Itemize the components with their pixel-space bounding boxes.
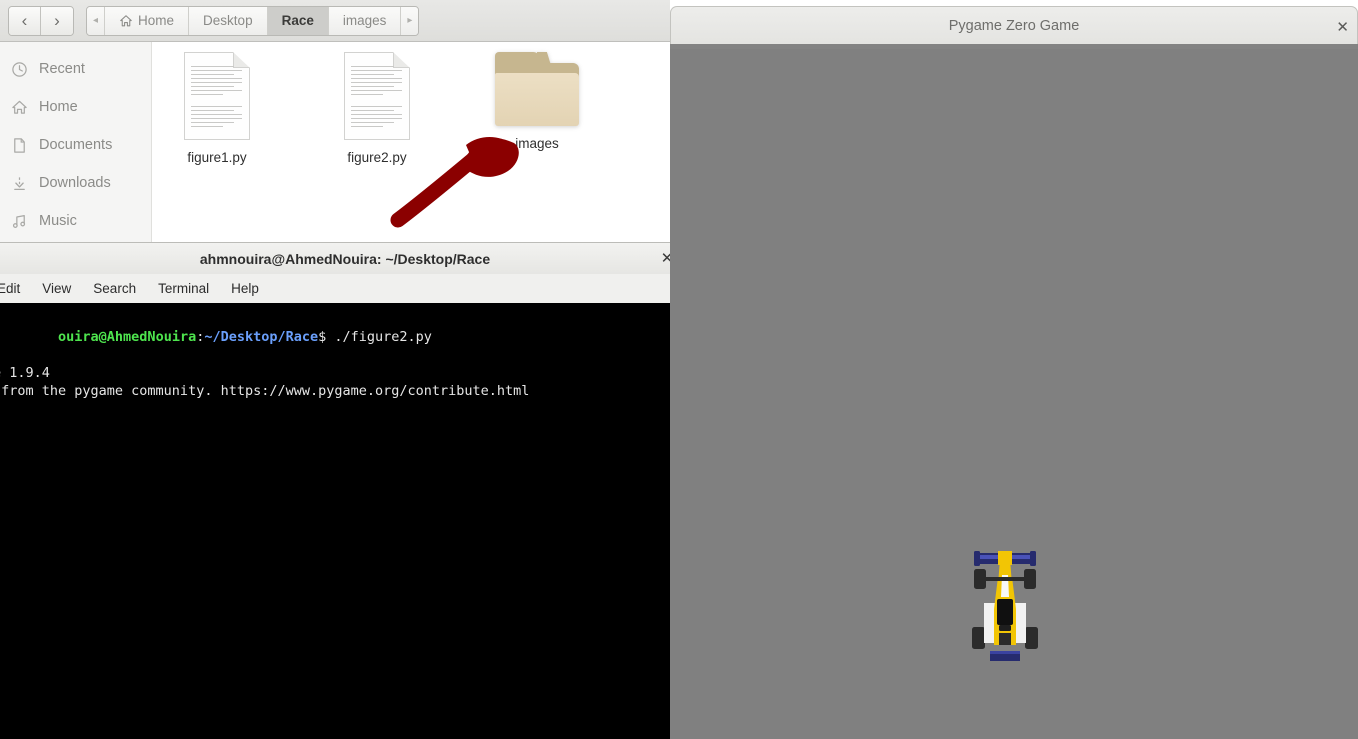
- file-item-figure2[interactable]: figure2.py: [336, 52, 418, 165]
- file-label: figure1.py: [187, 150, 247, 165]
- breadcrumb-label-home: Home: [138, 13, 175, 28]
- file-manager-toolbar: ‹ › ◂ Home Desktop Race images ▸: [0, 0, 670, 42]
- breadcrumb: ◂ Home Desktop Race images ▸: [86, 5, 420, 36]
- file-label: figure2.py: [347, 150, 407, 165]
- clock-icon: [10, 60, 28, 78]
- terminal-window: ahmnouira@AhmedNouira: ~/Desktop/Race ✕ …: [0, 242, 690, 739]
- terminal-line: ouira@AhmedNouira:~/Desktop/Race$ ./figu…: [0, 310, 690, 364]
- navigation-buttons: ‹ ›: [8, 5, 74, 36]
- music-note-icon: [10, 212, 28, 230]
- breadcrumb-scroll-left[interactable]: ◂: [87, 6, 106, 35]
- race-car-sprite: [972, 551, 1038, 661]
- back-button[interactable]: ‹: [9, 6, 41, 35]
- close-icon[interactable]: ✕: [1336, 18, 1349, 36]
- terminal-titlebar: ahmnouira@AhmedNouira: ~/Desktop/Race ✕: [0, 242, 690, 274]
- prompt-command: $ ./figure2.py: [318, 329, 432, 345]
- home-icon: [119, 14, 133, 28]
- python-file-icon: [344, 52, 410, 140]
- breadcrumb-item-home[interactable]: Home: [105, 6, 190, 35]
- menu-item-terminal[interactable]: Terminal: [158, 281, 209, 296]
- sidebar-label-recent: Recent: [39, 61, 85, 77]
- sidebar-label-home: Home: [39, 99, 78, 115]
- sidebar-item-home[interactable]: Home: [0, 88, 151, 126]
- forward-button[interactable]: ›: [41, 6, 73, 35]
- sidebar-label-music: Music: [39, 213, 77, 229]
- file-grid: figure1.py figure2.py images: [176, 52, 670, 165]
- pygame-titlebar: Pygame Zero Game ✕: [670, 6, 1358, 44]
- file-label: images: [515, 136, 559, 151]
- terminal-output[interactable]: ouira@AhmedNouira:~/Desktop/Race$ ./figu…: [0, 303, 690, 739]
- screen: ‹ › ◂ Home Desktop Race images ▸ Recent …: [0, 0, 1358, 739]
- breadcrumb-item-race[interactable]: Race: [267, 6, 329, 35]
- sidebar-item-recent[interactable]: Recent: [0, 50, 151, 88]
- terminal-line: e 1.9.4: [0, 365, 50, 381]
- menu-item-search[interactable]: Search: [93, 281, 136, 296]
- python-file-icon: [184, 52, 250, 140]
- sidebar-item-music[interactable]: Music: [0, 202, 151, 240]
- sidebar-item-downloads[interactable]: Downloads: [0, 164, 151, 202]
- pygame-zero-window: Pygame Zero Game ✕: [670, 6, 1358, 739]
- file-list-view: figure1.py figure2.py images: [152, 42, 670, 242]
- sidebar-item-documents[interactable]: Documents: [0, 126, 151, 164]
- menu-item-help[interactable]: Help: [231, 281, 259, 296]
- menu-item-edit[interactable]: Edit: [0, 281, 20, 296]
- sidebar: Recent Home Documents Downloads Music: [0, 42, 152, 242]
- game-canvas[interactable]: [670, 49, 1358, 739]
- sidebar-label-documents: Documents: [39, 137, 113, 153]
- folder-icon: [495, 52, 579, 126]
- terminal-title: ahmnouira@AhmedNouira: ~/Desktop/Race: [199, 250, 491, 267]
- file-manager-body: Recent Home Documents Downloads Music fi…: [0, 42, 670, 242]
- prompt-user-host: ouira@AhmedNouira: [58, 329, 197, 345]
- terminal-menubar: Edit View Search Terminal Help: [0, 274, 690, 303]
- file-item-figure1[interactable]: figure1.py: [176, 52, 258, 165]
- download-icon: [10, 174, 28, 192]
- terminal-line: from the pygame community. https://www.p…: [0, 383, 530, 399]
- sidebar-label-downloads: Downloads: [39, 175, 111, 191]
- pygame-title: Pygame Zero Game: [948, 17, 1080, 34]
- breadcrumb-item-images[interactable]: images: [328, 6, 402, 35]
- breadcrumb-item-desktop[interactable]: Desktop: [189, 6, 268, 35]
- prompt-path: ~/Desktop/Race: [204, 329, 319, 345]
- home-icon: [10, 98, 28, 116]
- breadcrumb-scroll-right[interactable]: ▸: [401, 6, 419, 35]
- file-manager-window: ‹ › ◂ Home Desktop Race images ▸ Recent …: [0, 0, 670, 242]
- file-item-images[interactable]: images: [495, 52, 579, 165]
- menu-item-view[interactable]: View: [42, 281, 71, 296]
- document-icon: [10, 136, 28, 154]
